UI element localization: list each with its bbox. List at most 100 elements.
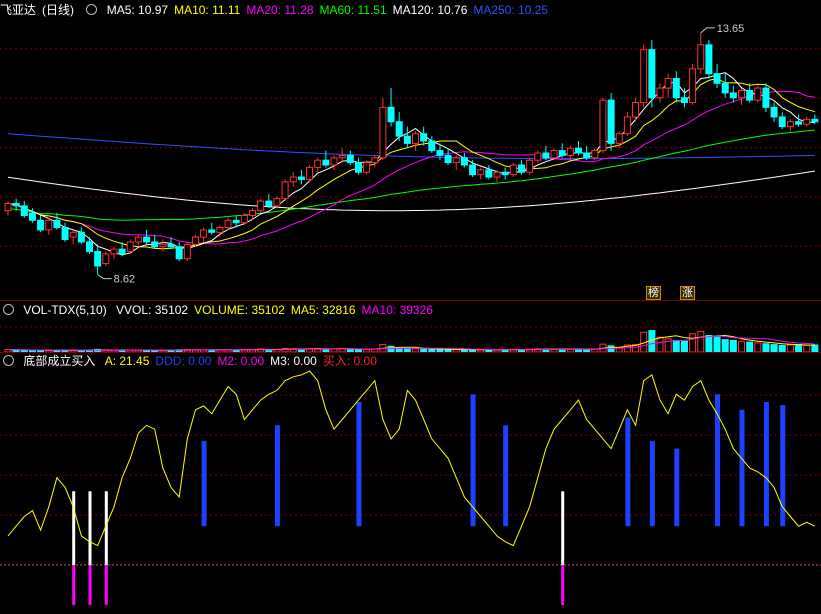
candle[interactable] bbox=[37, 215, 45, 233]
candle[interactable] bbox=[354, 157, 362, 175]
candle[interactable] bbox=[795, 114, 803, 127]
candle[interactable] bbox=[509, 162, 517, 178]
candle[interactable] bbox=[297, 169, 305, 185]
panel-toggle-icon[interactable] bbox=[86, 4, 98, 15]
tag-zhang[interactable]: 涨 bbox=[680, 286, 695, 300]
candle[interactable] bbox=[363, 160, 371, 175]
candle[interactable] bbox=[664, 73, 672, 98]
candle[interactable] bbox=[632, 97, 640, 122]
candle[interactable] bbox=[762, 83, 770, 113]
candle[interactable] bbox=[648, 40, 656, 108]
ddd-bar[interactable] bbox=[763, 402, 769, 527]
candle[interactable] bbox=[403, 126, 411, 149]
candle[interactable] bbox=[86, 237, 93, 254]
ddd-bar[interactable] bbox=[625, 417, 631, 527]
candle[interactable] bbox=[102, 251, 110, 266]
candle[interactable] bbox=[143, 229, 151, 245]
candle[interactable] bbox=[175, 241, 183, 262]
ddd-bar[interactable] bbox=[470, 394, 476, 527]
candle[interactable] bbox=[534, 150, 542, 163]
candle[interactable] bbox=[224, 217, 232, 230]
candle[interactable] bbox=[159, 239, 167, 252]
m3-bar[interactable] bbox=[561, 491, 565, 565]
ddd-bar[interactable] bbox=[739, 409, 745, 527]
candle[interactable] bbox=[754, 85, 762, 103]
candle[interactable] bbox=[265, 193, 273, 209]
candle[interactable] bbox=[61, 222, 69, 242]
ddd-bar[interactable] bbox=[503, 425, 509, 527]
candle[interactable] bbox=[257, 198, 265, 214]
volume-bar[interactable] bbox=[754, 342, 762, 352]
volume-bar[interactable] bbox=[680, 340, 688, 352]
candle[interactable] bbox=[53, 213, 61, 230]
ddd-bar[interactable] bbox=[201, 440, 207, 527]
candle[interactable] bbox=[477, 167, 485, 180]
tag-bang[interactable]: 榜 bbox=[646, 286, 661, 300]
panel-toggle-icon[interactable] bbox=[3, 355, 14, 366]
candle[interactable] bbox=[94, 244, 102, 275]
volume-bar[interactable] bbox=[689, 333, 697, 352]
vol-indicator-name[interactable]: VOL-TDX(5,10) bbox=[23, 303, 106, 317]
candle[interactable] bbox=[729, 85, 737, 103]
candle[interactable] bbox=[656, 83, 664, 103]
candle[interactable] bbox=[273, 196, 281, 209]
volume-bar[interactable] bbox=[778, 344, 786, 352]
candle[interactable] bbox=[501, 167, 509, 180]
candle[interactable] bbox=[583, 145, 591, 161]
candle[interactable] bbox=[387, 88, 395, 127]
candle[interactable] bbox=[607, 92, 615, 151]
candle[interactable] bbox=[208, 222, 216, 235]
candle[interactable] bbox=[444, 148, 452, 166]
candle[interactable] bbox=[452, 155, 460, 170]
m2-bar[interactable] bbox=[561, 565, 565, 605]
volume-bar[interactable] bbox=[795, 344, 803, 352]
candle[interactable] bbox=[330, 155, 338, 170]
ind-indicator-name[interactable]: 底部成立买入 bbox=[23, 354, 95, 368]
candle[interactable] bbox=[281, 179, 289, 202]
candle[interactable] bbox=[289, 172, 297, 187]
m3-bar[interactable] bbox=[88, 491, 92, 565]
candle[interactable] bbox=[134, 234, 142, 247]
candle[interactable] bbox=[566, 145, 574, 161]
m2-bar[interactable] bbox=[88, 565, 92, 605]
volume-bar[interactable] bbox=[762, 343, 770, 352]
candle[interactable] bbox=[151, 234, 159, 250]
volume-bar[interactable] bbox=[811, 344, 819, 352]
candle[interactable] bbox=[428, 136, 436, 153]
candle[interactable] bbox=[493, 169, 501, 182]
candle[interactable] bbox=[778, 112, 786, 129]
volume-bar[interactable] bbox=[803, 344, 811, 352]
candle[interactable] bbox=[371, 155, 379, 168]
candle[interactable] bbox=[599, 97, 607, 153]
candle[interactable] bbox=[738, 88, 745, 105]
candle[interactable] bbox=[45, 217, 53, 235]
ddd-bar[interactable] bbox=[356, 402, 362, 527]
candle[interactable] bbox=[346, 150, 354, 166]
candle[interactable] bbox=[672, 71, 680, 103]
panel-toggle-icon[interactable] bbox=[3, 304, 14, 315]
candle[interactable] bbox=[517, 160, 525, 175]
ddd-bar[interactable] bbox=[674, 448, 680, 527]
candle[interactable] bbox=[721, 73, 729, 98]
candle[interactable] bbox=[200, 227, 208, 242]
price-chart[interactable]: 13.65 8.62 bbox=[0, 0, 821, 300]
candle[interactable] bbox=[314, 157, 322, 173]
volume-bar[interactable] bbox=[697, 330, 705, 352]
candle[interactable] bbox=[526, 157, 534, 175]
candle[interactable] bbox=[713, 64, 721, 89]
candle[interactable] bbox=[689, 64, 697, 105]
candle[interactable] bbox=[20, 201, 28, 218]
candle[interactable] bbox=[770, 102, 778, 122]
volume-bar[interactable] bbox=[786, 344, 794, 352]
candle[interactable] bbox=[460, 153, 468, 168]
candle[interactable] bbox=[379, 97, 387, 161]
volume-bar[interactable] bbox=[738, 340, 745, 352]
volume-bar[interactable] bbox=[713, 336, 721, 352]
candle[interactable] bbox=[746, 83, 754, 103]
volume-bar[interactable] bbox=[746, 341, 754, 352]
candle[interactable] bbox=[110, 246, 118, 259]
m2-bar[interactable] bbox=[104, 565, 108, 605]
ddd-bar[interactable] bbox=[274, 425, 280, 527]
candle[interactable] bbox=[306, 165, 314, 182]
candle[interactable] bbox=[126, 239, 134, 254]
